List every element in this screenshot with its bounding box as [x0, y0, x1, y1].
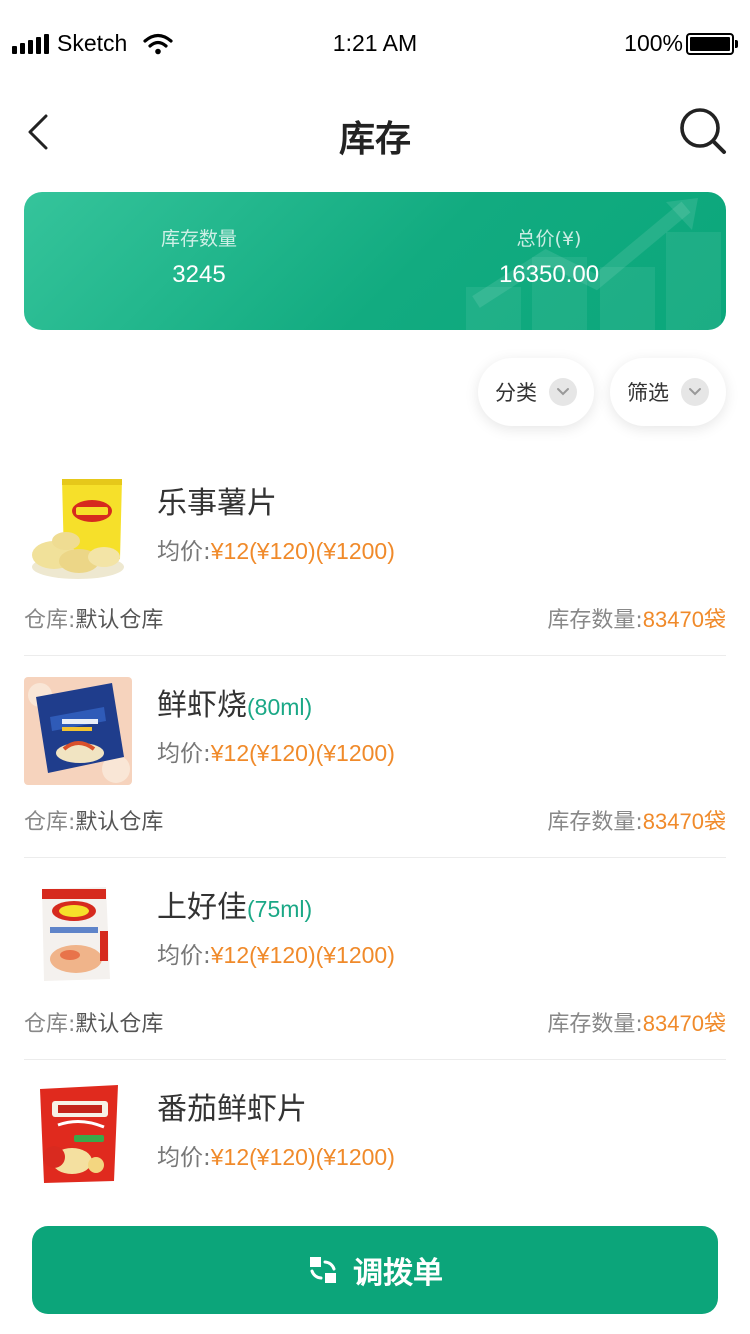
product-image — [24, 677, 132, 785]
transfer-order-label: 调拨单 — [353, 1256, 443, 1291]
product-item[interactable]: 上好佳(75ml) 均价:¥12(¥120)(¥1200) 仓库:默认仓库 库存… — [24, 858, 726, 1060]
stock-quantity-label: 库存数量 — [160, 228, 237, 250]
filter-dropdown[interactable]: 筛选 — [610, 358, 726, 426]
transfer-icon — [310, 1257, 336, 1283]
product-image — [24, 879, 132, 987]
chevron-down-icon — [681, 378, 709, 406]
product-name: 乐事薯片 — [157, 486, 277, 521]
category-dropdown[interactable]: 分类 — [478, 358, 594, 426]
category-label: 分类 — [495, 381, 537, 405]
product-item[interactable]: 乐事薯片 均价:¥12(¥120)(¥1200) 仓库:默认仓库 库存数量:83… — [24, 454, 726, 656]
page-title: 库存 — [338, 119, 411, 160]
stock-info: 库存数量:83470袋 — [547, 809, 726, 835]
battery-tip — [735, 39, 738, 48]
price-line: 均价:¥12(¥120)(¥1200) — [157, 1144, 395, 1171]
status-bar: Sketch 1:21 AM 100% — [0, 0, 750, 88]
warehouse-info: 仓库:默认仓库 — [24, 608, 164, 633]
warehouse-info: 仓库:默认仓库 — [24, 810, 164, 835]
product-list: 乐事薯片 均价:¥12(¥120)(¥1200) 仓库:默认仓库 库存数量:83… — [24, 454, 726, 1262]
nav-bar: 库存 — [0, 88, 750, 176]
price-line: 均价:¥12(¥120)(¥1200) — [157, 942, 395, 969]
price-line: 均价:¥12(¥120)(¥1200) — [157, 740, 395, 767]
chevron-down-icon — [549, 378, 577, 406]
product-name: 番茄鲜虾片 — [157, 1092, 307, 1127]
stock-info: 库存数量:83470袋 — [547, 607, 726, 633]
total-price-block: 总价(¥) 16350.00 — [469, 224, 629, 289]
warehouse-info: 仓库:默认仓库 — [24, 1012, 164, 1037]
product-name: 上好佳(75ml) — [157, 890, 313, 925]
inventory-summary-card: 库存数量 3245 总价(¥) 16350.00 — [24, 192, 726, 330]
product-item[interactable]: 鲜虾烧(80ml) 均价:¥12(¥120)(¥1200) 仓库:默认仓库 库存… — [24, 656, 726, 858]
stock-info: 库存数量:83470袋 — [547, 1011, 726, 1037]
battery-icon — [686, 32, 734, 55]
search-button[interactable] — [678, 106, 730, 158]
status-right: 100% — [624, 30, 738, 57]
total-price-label: 总价(¥) — [516, 228, 582, 250]
product-image — [24, 1081, 132, 1189]
stock-quantity-value: 3245 — [172, 261, 226, 288]
total-price-value: 16350.00 — [498, 261, 600, 288]
product-image — [24, 475, 132, 583]
product-name: 鲜虾烧(80ml) — [157, 688, 313, 723]
filter-row: 分类 筛选 — [478, 358, 726, 426]
transfer-order-button[interactable]: 调拨单 — [32, 1226, 718, 1314]
price-line: 均价:¥12(¥120)(¥1200) — [157, 538, 395, 565]
filter-label: 筛选 — [627, 381, 669, 405]
search-icon — [680, 108, 726, 154]
stock-quantity-block: 库存数量 3245 — [119, 224, 279, 289]
battery-percent: 100% — [624, 30, 683, 56]
